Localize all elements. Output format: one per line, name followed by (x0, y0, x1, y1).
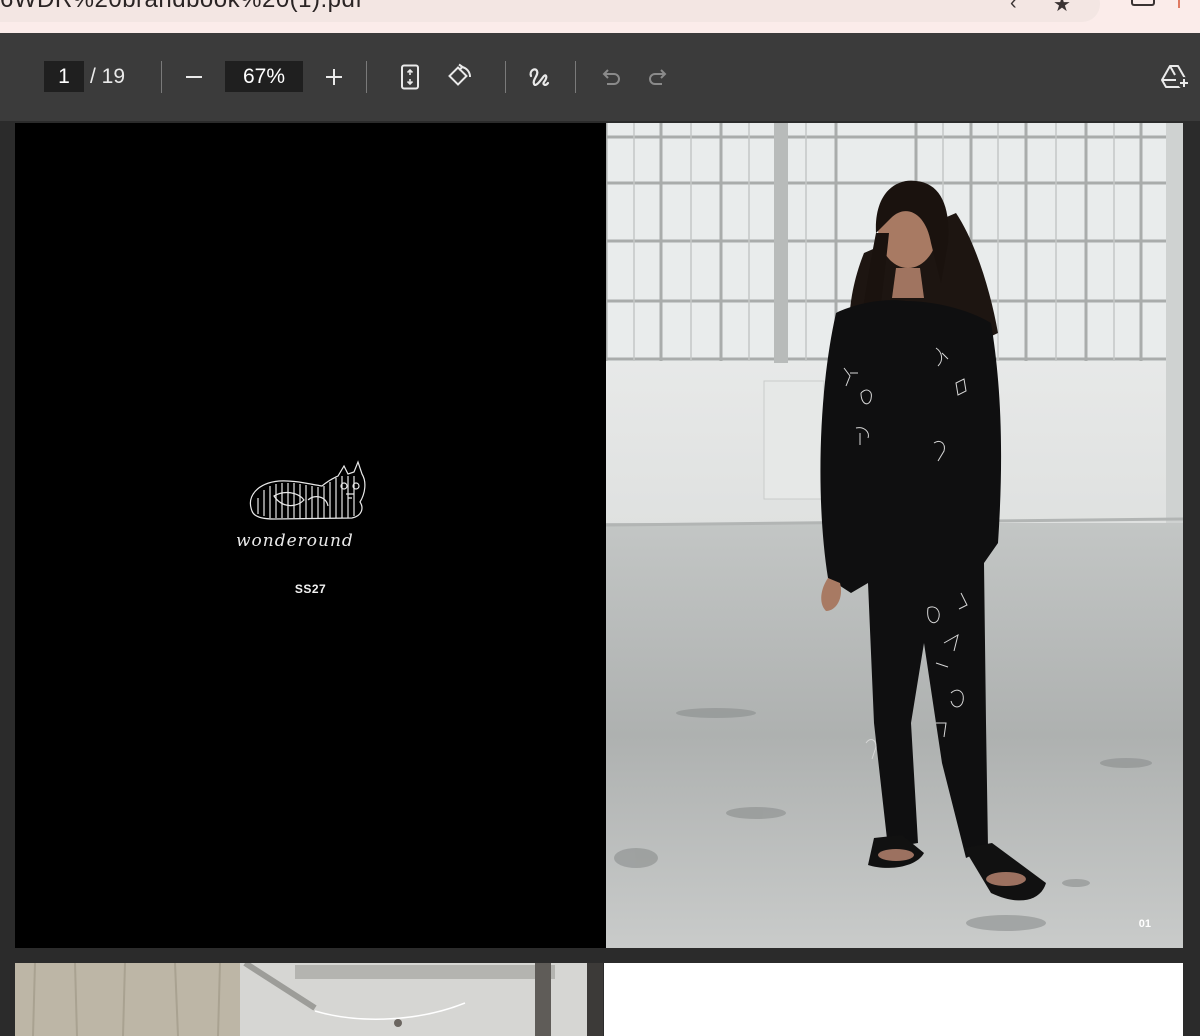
redo-icon (649, 69, 667, 85)
tab-icon[interactable] (1131, 0, 1155, 6)
cat-logo-icon: wonderound (236, 460, 366, 551)
divider (505, 61, 506, 93)
interior-photo (15, 963, 603, 1036)
annotate-icon (529, 68, 550, 86)
divider (575, 61, 576, 93)
divider (161, 61, 162, 93)
zoom-in-icon (326, 69, 342, 85)
star-icon[interactable]: ★ (1053, 0, 1071, 17)
zoom-out-button[interactable] (176, 59, 212, 95)
pdf-page-2-blank (604, 963, 1183, 1036)
page-number-input[interactable]: 1 (44, 61, 84, 92)
browser-url-bar: 6WDR%20brandbook%20(1).pdf ‹ ★ (0, 0, 1200, 33)
fit-page-icon (401, 64, 419, 90)
pdf-page-photo: 01 (606, 123, 1183, 948)
drive-add-icon (1161, 65, 1190, 89)
pdf-page-2-photo (15, 963, 603, 1036)
page-total: / 19 (90, 65, 126, 88)
brand-logo-text: wonderound (236, 531, 354, 551)
zoom-out-icon (186, 76, 202, 78)
back-icon[interactable]: ‹ (1010, 0, 1017, 15)
rotate-button[interactable] (442, 59, 478, 95)
divider (366, 61, 367, 93)
zoom-input[interactable]: 67% (225, 61, 303, 92)
rotate-icon (448, 63, 472, 86)
page-number: 01 (1138, 918, 1151, 930)
redo-button[interactable] (641, 59, 677, 95)
annotate-button[interactable] (521, 59, 557, 95)
pin-icon (1178, 0, 1180, 8)
save-to-drive-button[interactable] (1158, 59, 1194, 95)
pdf-page-cover: wonderound SS27 (15, 123, 606, 948)
fit-page-button[interactable] (392, 59, 428, 95)
brand-logo: wonderound (234, 456, 384, 556)
zoom-in-button[interactable] (316, 59, 352, 95)
season-label: SS27 (294, 582, 327, 596)
undo-button[interactable] (592, 59, 628, 95)
undo-icon (602, 69, 620, 85)
url-text[interactable]: 6WDR%20brandbook%20(1).pdf (0, 0, 363, 14)
model-photo (606, 123, 1183, 948)
pdf-toolbar: 1 / 19 67% (0, 33, 1200, 121)
